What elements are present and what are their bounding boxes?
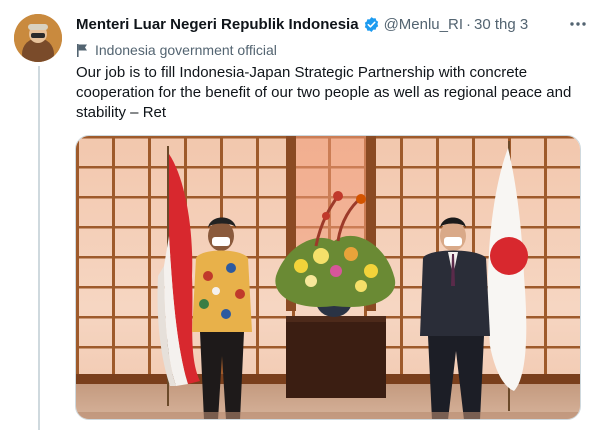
thread-line: [38, 66, 40, 430]
government-label[interactable]: Indonesia government official: [76, 40, 277, 60]
tweet-text: Our job is to fill Indonesia-Japan Strat…: [76, 64, 572, 121]
author-handle[interactable]: @Menlu_RI: [384, 16, 463, 33]
flag-icon: [77, 44, 87, 57]
tweet-header: Menteri Luar Negeri Republik Indonesia @…: [76, 12, 589, 36]
more-options-icon[interactable]: [567, 14, 589, 34]
photo-image: [76, 136, 580, 419]
separator-dot: ·: [466, 15, 471, 33]
government-label-text: Indonesia government official: [95, 42, 277, 58]
verified-badge-icon: [364, 16, 378, 32]
tweet[interactable]: Menteri Luar Negeri Republik Indonesia @…: [0, 0, 603, 430]
avatar[interactable]: [14, 14, 62, 62]
tweet-photo[interactable]: [75, 135, 581, 420]
author-name[interactable]: Menteri Luar Negeri Republik Indonesia: [76, 16, 359, 33]
tweet-timestamp[interactable]: 30 thg 3: [474, 16, 528, 33]
